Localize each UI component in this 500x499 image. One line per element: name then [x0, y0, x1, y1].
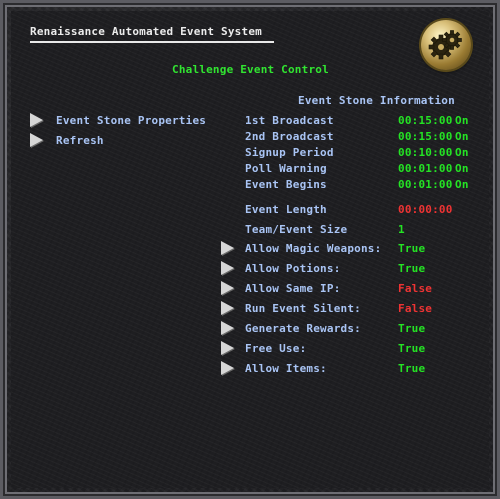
first-broadcast-time: 00:15:00	[398, 114, 453, 127]
poll-warning-state: On	[455, 162, 469, 175]
signup-period-time: 00:10:00	[398, 146, 453, 159]
page-subtitle: Challenge Event Control	[172, 63, 329, 76]
event-begins-label: Event Begins	[245, 178, 327, 191]
first-broadcast-label: 1st Broadcast	[245, 114, 334, 127]
gears-icon[interactable]	[421, 20, 471, 70]
generate-rewards-label: Generate Rewards:	[245, 322, 361, 335]
team-event-size-label: Team/Event Size	[245, 223, 348, 236]
generate-rewards-value: True	[398, 322, 426, 335]
run-event-silent-value: False	[398, 302, 433, 315]
allow-magic-weapons-label: Allow Magic Weapons:	[245, 242, 382, 255]
first-broadcast-state: On	[455, 114, 469, 127]
window-title: Renaissance Automated Event System	[30, 25, 262, 38]
info-section-title: Event Stone Information	[298, 94, 455, 107]
team-event-size-value: 1	[398, 223, 405, 236]
allow-items-label: Allow Items:	[245, 362, 327, 375]
event-length-time: 00:00:00	[398, 203, 453, 216]
refresh-link[interactable]: Refresh	[56, 134, 104, 147]
poll-warning-time: 00:01:00	[398, 162, 453, 175]
allow-same-ip-toggle-icon[interactable]	[221, 281, 234, 295]
event-begins-time: 00:01:00	[398, 178, 453, 191]
allow-magic-weapons-toggle-icon[interactable]	[221, 241, 234, 255]
allow-items-value: True	[398, 362, 426, 375]
allow-potions-label: Allow Potions:	[245, 262, 341, 275]
second-broadcast-state: On	[455, 130, 469, 143]
event-stone-properties-arrow-icon[interactable]	[30, 113, 43, 127]
poll-warning-label: Poll Warning	[245, 162, 327, 175]
signup-period-state: On	[455, 146, 469, 159]
event-length-label: Event Length	[245, 203, 327, 216]
run-event-silent-label: Run Event Silent:	[245, 302, 361, 315]
allow-same-ip-value: False	[398, 282, 433, 295]
refresh-arrow-icon[interactable]	[30, 133, 43, 147]
run-event-silent-toggle-icon[interactable]	[221, 301, 234, 315]
event-stone-properties-link[interactable]: Event Stone Properties	[56, 114, 206, 127]
allow-magic-weapons-value: True	[398, 242, 426, 255]
allow-potions-value: True	[398, 262, 426, 275]
free-use-value: True	[398, 342, 426, 355]
allow-potions-toggle-icon[interactable]	[221, 261, 234, 275]
signup-period-label: Signup Period	[245, 146, 334, 159]
allow-items-toggle-icon[interactable]	[221, 361, 234, 375]
free-use-label: Free Use:	[245, 342, 307, 355]
second-broadcast-label: 2nd Broadcast	[245, 130, 334, 143]
allow-same-ip-label: Allow Same IP:	[245, 282, 341, 295]
title-underline	[30, 41, 274, 43]
free-use-toggle-icon[interactable]	[221, 341, 234, 355]
generate-rewards-toggle-icon[interactable]	[221, 321, 234, 335]
event-begins-state: On	[455, 178, 469, 191]
second-broadcast-time: 00:15:00	[398, 130, 453, 143]
gears-icon-graphic	[428, 30, 462, 60]
